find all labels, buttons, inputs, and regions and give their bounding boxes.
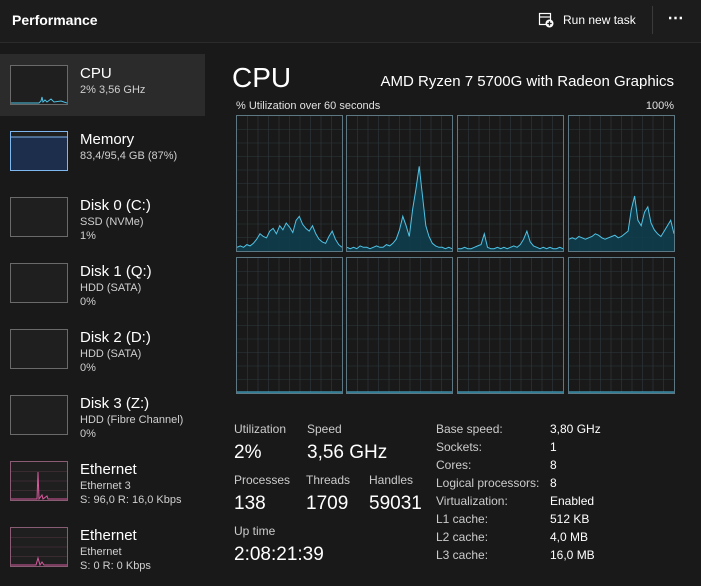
- spec-value: 8: [550, 458, 557, 472]
- sidebar-item-disk[interactable]: Disk 1 (Q:) HDD (SATA) 0%: [0, 252, 205, 314]
- page-title: Performance: [12, 12, 98, 28]
- spec-value: 3,80 GHz: [550, 422, 601, 436]
- run-new-task-label: Run new task: [563, 13, 636, 27]
- utilization-label: Utilization: [234, 422, 287, 436]
- main-title: CPU: [232, 62, 292, 93]
- utilization-graph-label: % Utilization over 60 seconds: [236, 100, 381, 112]
- sidebar-item-label: Disk 2 (D:): [80, 329, 151, 346]
- sidebar-item-ethernet[interactable]: Ethernet Ethernet 3 S: 96,0 R: 16,0 Kbps: [0, 450, 205, 512]
- sidebar-item-subtitle: HDD (SATA): [80, 348, 142, 360]
- threads-label: Threads: [306, 473, 351, 487]
- run-task-icon: [538, 12, 554, 28]
- sidebar-item-detail: 1%: [80, 230, 96, 242]
- more-options-icon[interactable]: ⋯: [664, 8, 688, 30]
- cpu-thumbnail-graph: [10, 65, 68, 105]
- sidebar-item-subtitle: HDD (SATA): [80, 282, 142, 294]
- ethernet-thumbnail-line: [11, 471, 67, 500]
- core-graph-3: [568, 115, 675, 252]
- core-graph-6: [457, 257, 564, 394]
- uptime-value: 2:08:21:39: [234, 544, 324, 565]
- sidebar-item-disk[interactable]: Disk 3 (Z:) HDD (Fibre Channel) 0%: [0, 384, 205, 446]
- sidebar-item-label: Disk 1 (Q:): [80, 263, 152, 280]
- core-graph-7: [568, 257, 675, 394]
- disk-thumbnail-graph: [10, 197, 68, 237]
- sidebar-item-subtitle: Ethernet: [80, 546, 122, 558]
- sidebar-item-label: Disk 3 (Z:): [80, 395, 150, 412]
- utilization-value: 2%: [234, 442, 262, 463]
- spec-label: L1 cache:: [436, 512, 489, 526]
- sidebar-item-detail: 0%: [80, 428, 96, 440]
- header-bar: Performance Run new task ⋯: [0, 0, 701, 43]
- ethernet-thumbnail-line: [11, 556, 67, 566]
- spec-value: 4,0 MB: [550, 530, 589, 544]
- spec-value: 16,0 MB: [550, 548, 595, 562]
- spec-label: Sockets:: [436, 440, 483, 454]
- header-divider: [652, 6, 653, 34]
- sidebar-item-disk[interactable]: Disk 0 (C:) SSD (NVMe) 1%: [0, 186, 205, 248]
- core-graph-1: [346, 115, 453, 252]
- disk-thumbnail-graph: [10, 395, 68, 435]
- sidebar-item-disk[interactable]: Disk 2 (D:) HDD (SATA) 0%: [0, 318, 205, 380]
- spec-label: Virtualization:: [436, 494, 508, 508]
- handles-label: Handles: [369, 473, 414, 487]
- core-graph-0: [236, 115, 343, 252]
- spec-label: Logical processors:: [436, 476, 540, 490]
- cpu-thumbnail-line: [11, 96, 67, 104]
- uptime-label: Up time: [234, 524, 276, 538]
- sidebar-item-memory[interactable]: Memory 83,4/95,4 GB (87%): [0, 120, 205, 182]
- processes-label: Processes: [234, 473, 291, 487]
- sidebar-item-label: Ethernet: [80, 527, 137, 544]
- threads-value: 1709: [306, 493, 349, 514]
- core-graph-5: [346, 257, 453, 394]
- sidebar-item-subtitle: 83,4/95,4 GB (87%): [80, 150, 178, 162]
- spec-label: L3 cache:: [436, 548, 489, 562]
- memory-thumbnail-graph: [10, 131, 68, 171]
- core-graph-2: [457, 115, 564, 252]
- spec-value: 512 KB: [550, 512, 590, 526]
- sidebar-item-subtitle: HDD (Fibre Channel): [80, 414, 184, 426]
- sidebar-item-label: CPU: [80, 65, 112, 82]
- sidebar-item-subtitle: 2% 3,56 GHz: [80, 84, 146, 96]
- disk-thumbnail-graph: [10, 263, 68, 303]
- sidebar-item-detail: S: 0 R: 0 Kbps: [80, 560, 151, 572]
- ethernet2-thumbnail-graph: [10, 527, 68, 567]
- processes-value: 138: [234, 493, 266, 514]
- memory-thumbnail-fill: [11, 136, 67, 170]
- sidebar: CPU 2% 3,56 GHz Memory 83,4/95,4 GB (87%) Di…: [0, 50, 205, 586]
- spec-label: Cores:: [436, 458, 472, 472]
- sidebar-item-label: Disk 0 (C:): [80, 197, 151, 214]
- spec-value: Enabled: [550, 494, 595, 508]
- sidebar-item-cpu[interactable]: CPU 2% 3,56 GHz: [0, 54, 205, 116]
- spec-label: Base speed:: [436, 422, 503, 436]
- sidebar-item-ethernet2[interactable]: Ethernet Ethernet S: 0 R: 0 Kbps: [0, 516, 205, 578]
- spec-value: 1: [550, 440, 557, 454]
- core-graph-4: [236, 257, 343, 394]
- speed-value: 3,56 GHz: [307, 442, 388, 463]
- run-new-task-button[interactable]: Run new task: [538, 10, 636, 30]
- sidebar-item-subtitle: Ethernet 3: [80, 480, 131, 492]
- sidebar-item-detail: S: 96,0 R: 16,0 Kbps: [80, 494, 182, 506]
- sidebar-item-subtitle: SSD (NVMe): [80, 216, 144, 228]
- utilization-graph-max: 100%: [645, 100, 674, 112]
- spec-label: L2 cache:: [436, 530, 489, 544]
- sidebar-item-detail: 0%: [80, 296, 96, 308]
- cpu-model-name: AMD Ryzen 7 5700G with Radeon Graphics: [380, 73, 674, 90]
- sidebar-item-detail: 0%: [80, 362, 96, 374]
- disk-thumbnail-graph: [10, 329, 68, 369]
- sidebar-item-label: Memory: [80, 131, 135, 148]
- handles-value: 59031: [369, 493, 422, 514]
- ethernet-thumbnail-graph: [10, 461, 68, 501]
- spec-value: 8: [550, 476, 557, 490]
- sidebar-item-label: Ethernet: [80, 461, 137, 478]
- speed-label: Speed: [307, 422, 342, 436]
